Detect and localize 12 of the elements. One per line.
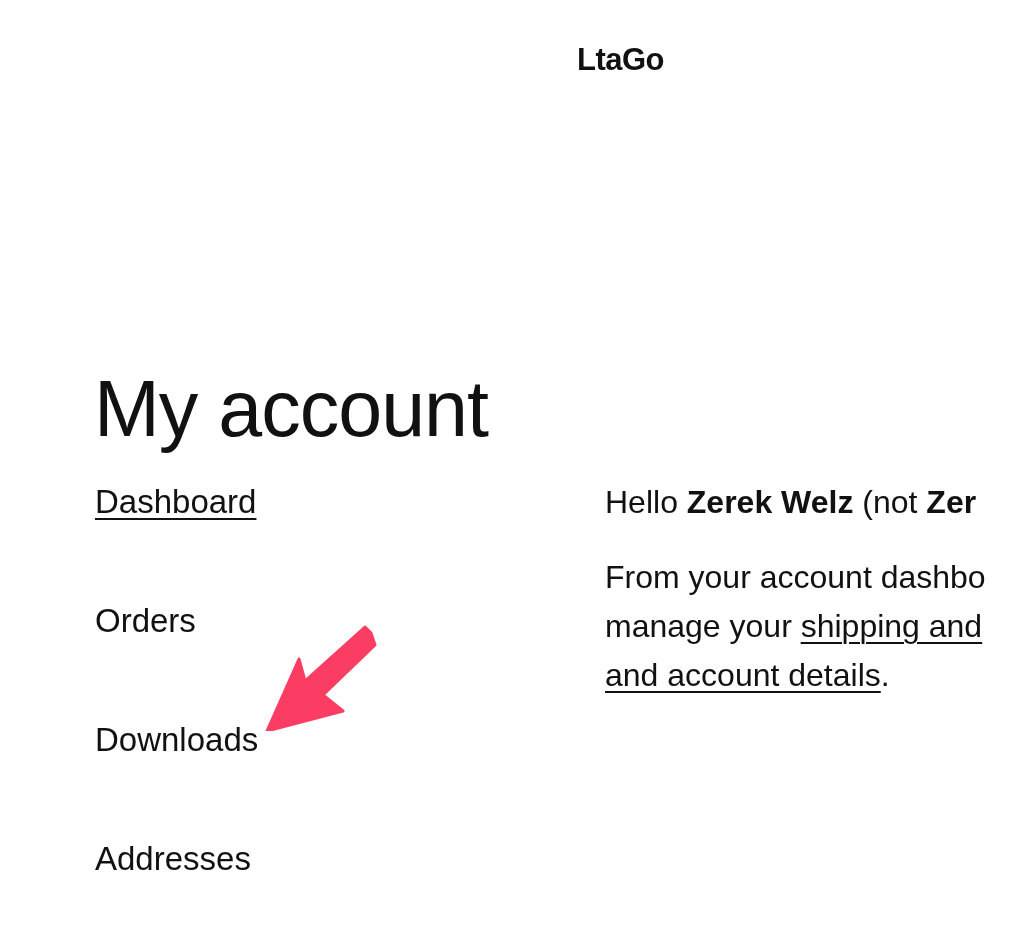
page-title: My account: [94, 363, 488, 455]
account-nav-link[interactable]: Addresses: [95, 839, 251, 878]
account-nav-link[interactable]: Dashboard: [95, 482, 257, 521]
paragraph-text: manage your: [605, 607, 793, 644]
site-logo[interactable]: LtaGo: [577, 42, 665, 77]
account-nav-link[interactable]: Orders: [95, 601, 196, 640]
account-nav-link[interactable]: Downloads: [95, 720, 259, 759]
text-link[interactable]: and account details: [605, 656, 881, 693]
greeting-text: Hello Zerek Welz (not Zer: [605, 482, 978, 521]
paragraph-text: From your account dashbo: [605, 558, 986, 595]
paragraph-text: .: [880, 656, 890, 693]
text-link[interactable]: shipping and: [800, 607, 983, 644]
